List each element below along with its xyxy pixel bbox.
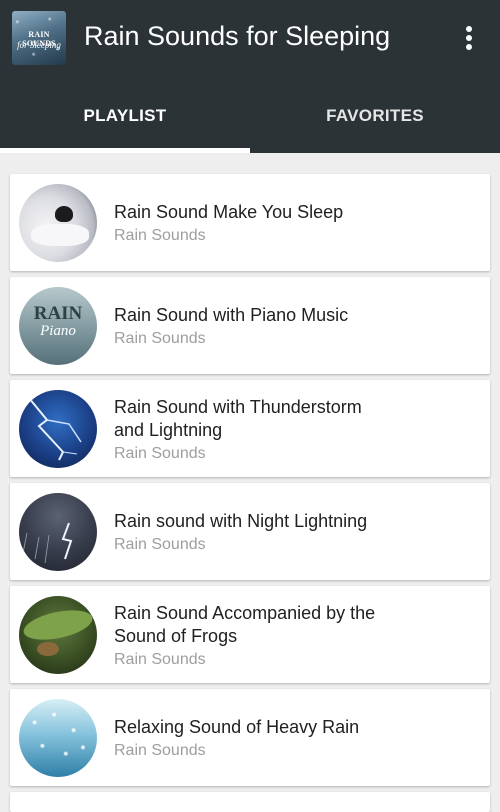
app-logo: RAIN SOUNDS for Sleeping xyxy=(12,11,66,65)
track-title: Relaxing Sound of Heavy Rain xyxy=(114,717,360,737)
night-storm-image xyxy=(19,493,97,571)
track-title: Rain sound with Night Lightning xyxy=(114,511,368,531)
rain-window-image xyxy=(19,699,97,777)
track-title: Rain Sound Make You Sleep xyxy=(114,202,344,222)
tab-bar: PLAYLIST FAVORITES xyxy=(0,78,500,153)
frog-image xyxy=(19,596,97,674)
night-lightning-icon xyxy=(22,522,73,564)
toolbar: RAIN SOUNDS for Sleeping Rain Sounds for… xyxy=(0,0,500,78)
thumb-text-piano: Piano xyxy=(40,323,76,339)
track-item-5[interactable]: Rain Sound Accompanied by the Sound of F… xyxy=(10,586,490,683)
more-vert-icon-dot xyxy=(466,35,472,41)
app-bar: RAIN SOUNDS for Sleeping Rain Sounds for… xyxy=(0,0,500,153)
more-vert-icon-dot xyxy=(466,44,472,50)
track-subtitle: Rain Sounds xyxy=(114,742,206,759)
track-title-line-1: Rain Sound Accompanied by the xyxy=(114,603,376,623)
app-title: Rain Sounds for Sleeping xyxy=(84,21,391,51)
track-item-7-partial[interactable] xyxy=(10,792,490,812)
more-options-button[interactable] xyxy=(452,18,486,58)
lightning-image xyxy=(19,390,97,468)
frog-shape xyxy=(37,642,59,656)
leaf-shape xyxy=(21,605,95,645)
track-item-1[interactable]: Rain Sound Make You Sleep Rain Sounds xyxy=(10,174,490,271)
track-subtitle: Rain Sounds xyxy=(114,651,206,668)
track-subtitle: Rain Sounds xyxy=(114,330,206,347)
track-list: Rain Sound Make You Sleep Rain Sounds RA… xyxy=(0,153,500,812)
pillow-shape xyxy=(31,224,89,246)
track-title-line-1: Rain Sound with Thunderstorm xyxy=(114,397,362,417)
track-title-line-2: Sound of Frogs xyxy=(114,626,238,646)
more-vert-icon xyxy=(466,26,472,32)
rain-piano-image: RAIN Piano xyxy=(19,287,97,365)
track-item-2[interactable]: RAIN Piano Rain Sound with Piano Music R… xyxy=(10,277,490,374)
thumb-text-rain: RAIN xyxy=(33,303,83,324)
track-item-6[interactable]: Relaxing Sound of Heavy Rain Rain Sounds xyxy=(10,689,490,786)
water-drops-decoration xyxy=(19,699,97,777)
track-subtitle: Rain Sounds xyxy=(114,445,206,462)
track-subtitle: Rain Sounds xyxy=(114,536,206,553)
sleeping-woman-image xyxy=(19,184,97,262)
tab-favorites[interactable]: FAVORITES xyxy=(250,78,500,153)
tab-playlist[interactable]: PLAYLIST xyxy=(0,78,250,153)
track-title: Rain Sound with Piano Music xyxy=(114,305,349,325)
track-subtitle: Rain Sounds xyxy=(114,227,206,244)
track-item-3[interactable]: Rain Sound with Thunderstorm and Lightni… xyxy=(10,380,490,477)
lightning-bolt-icon xyxy=(28,397,82,461)
track-item-4[interactable]: Rain sound with Night Lightning Rain Sou… xyxy=(10,483,490,580)
app-logo-text-bottom: for Sleeping xyxy=(17,40,61,50)
hair-shape xyxy=(55,206,73,222)
track-title-line-2: and Lightning xyxy=(114,420,223,440)
